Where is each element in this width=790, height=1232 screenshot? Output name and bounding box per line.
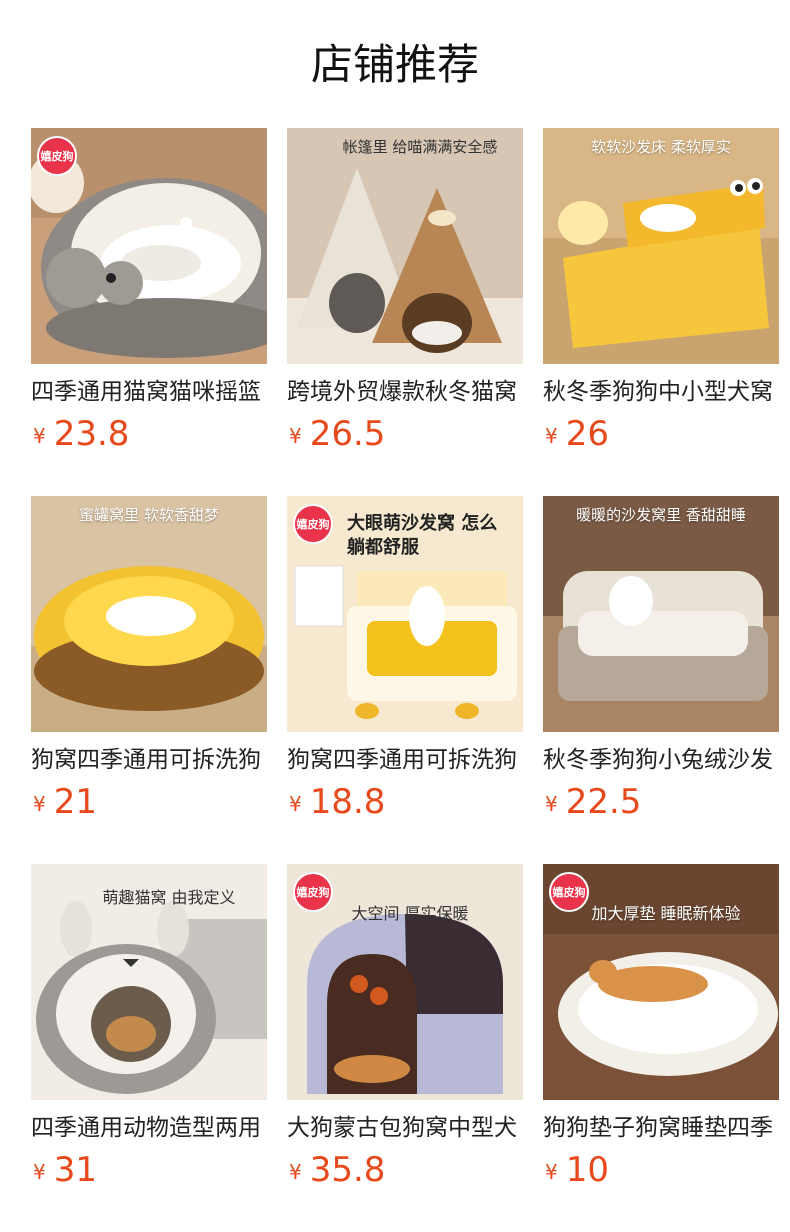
- price-amount: 23.8: [53, 414, 130, 454]
- product-price: ¥26.5: [289, 414, 385, 454]
- currency-symbol: ¥: [545, 792, 558, 816]
- product-card[interactable]: 嬉皮狗 大眼萌沙发窝 怎么躺都舒服 狗窝四季通用可拆洗狗 ¥18.8: [287, 496, 523, 826]
- price-amount: 21: [53, 782, 97, 822]
- product-image[interactable]: 嬉皮狗: [31, 128, 267, 364]
- currency-symbol: ¥: [33, 792, 46, 816]
- product-card[interactable]: 软软沙发床 柔软厚实 秋冬季狗狗中小型犬窝 ¥26: [543, 128, 779, 458]
- product-image[interactable]: 暖暖的沙发窝里 香甜甜睡: [543, 496, 779, 732]
- product-title[interactable]: 狗窝四季通用可拆洗狗: [287, 744, 523, 776]
- product-price: ¥10: [545, 1150, 609, 1190]
- price-amount: 31: [53, 1150, 97, 1190]
- product-title[interactable]: 四季通用猫窝猫咪摇篮: [31, 376, 267, 408]
- product-title[interactable]: 四季通用动物造型两用: [31, 1112, 267, 1144]
- product-card[interactable]: 萌趣猫窝 由我定义 四季通用动物造型两用 ¥31: [31, 864, 267, 1194]
- price-amount: 18.8: [309, 782, 386, 822]
- product-price: ¥23.8: [33, 414, 129, 454]
- price-amount: 26.5: [309, 414, 386, 454]
- price-amount: 35.8: [309, 1150, 386, 1190]
- product-price: ¥26: [545, 414, 609, 454]
- currency-symbol: ¥: [289, 1160, 302, 1184]
- product-title[interactable]: 秋冬季狗狗中小型犬窝: [543, 376, 779, 408]
- product-price: ¥22.5: [545, 782, 641, 822]
- product-card[interactable]: 嬉皮狗 加大厚垫 睡眠新体验 狗狗垫子狗窝睡垫四季 ¥10: [543, 864, 779, 1194]
- product-tagline: 大空间 厚实保暖: [351, 904, 469, 923]
- brand-logo-badge: 嬉皮狗: [293, 504, 333, 544]
- product-card[interactable]: 嬉皮狗 四季通用猫窝猫咪摇篮 ¥23.8: [31, 128, 267, 458]
- product-image[interactable]: 嬉皮狗 加大厚垫 睡眠新体验: [543, 864, 779, 1100]
- product-title[interactable]: 跨境外贸爆款秋冬猫窝: [287, 376, 523, 408]
- product-title[interactable]: 狗窝四季通用可拆洗狗: [31, 744, 267, 776]
- brand-logo-badge: 嬉皮狗: [37, 136, 77, 176]
- product-card[interactable]: 暖暖的沙发窝里 香甜甜睡 秋冬季狗狗小兔绒沙发 ¥22.5: [543, 496, 779, 826]
- product-grid: 嬉皮狗 四季通用猫窝猫咪摇篮 ¥23.8 帐篷里 给喵满满安全感 跨境外贸爆款秋…: [0, 0, 790, 1232]
- product-tagline: 加大厚垫 睡眠新体验: [591, 904, 741, 923]
- price-amount: 26: [565, 414, 609, 454]
- tent-cat-bed-image: [287, 128, 523, 364]
- product-tagline: 大眼萌沙发窝 怎么躺都舒服: [347, 513, 498, 558]
- currency-symbol: ¥: [545, 1160, 558, 1184]
- product-tagline: 帐篷里 给喵满满安全感: [342, 138, 498, 156]
- product-price: ¥31: [33, 1150, 97, 1190]
- product-price: ¥21: [33, 782, 97, 822]
- product-image[interactable]: 帐篷里 给喵满满安全感: [287, 128, 523, 364]
- product-tagline: 萌趣猫窝 由我定义: [102, 888, 236, 907]
- currency-symbol: ¥: [33, 424, 46, 448]
- product-image[interactable]: 嬉皮狗 大眼萌沙发窝 怎么躺都舒服: [287, 496, 523, 732]
- product-tagline: 暖暖的沙发窝里 香甜甜睡: [576, 506, 746, 524]
- product-image[interactable]: 萌趣猫窝 由我定义: [31, 864, 267, 1100]
- price-amount: 22.5: [565, 782, 642, 822]
- product-image[interactable]: 蜜罐窝里 软软香甜梦: [31, 496, 267, 732]
- currency-symbol: ¥: [289, 792, 302, 816]
- product-title[interactable]: 秋冬季狗狗小兔绒沙发: [543, 744, 779, 776]
- currency-symbol: ¥: [545, 424, 558, 448]
- currency-symbol: ¥: [289, 424, 302, 448]
- plush-sofa-bed-image: [543, 496, 779, 732]
- product-card[interactable]: 嬉皮狗 大空间 厚实保暖 大狗蒙古包狗窝中型犬 ¥35.8: [287, 864, 523, 1194]
- product-image[interactable]: 软软沙发床 柔软厚实: [543, 128, 779, 364]
- price-amount: 10: [565, 1150, 609, 1190]
- product-tagline: 蜜罐窝里 软软香甜梦: [79, 506, 219, 524]
- product-price: ¥35.8: [289, 1150, 385, 1190]
- product-price: ¥18.8: [289, 782, 385, 822]
- product-image[interactable]: 嬉皮狗 大空间 厚实保暖: [287, 864, 523, 1100]
- product-title[interactable]: 狗狗垫子狗窝睡垫四季: [543, 1112, 779, 1144]
- yellow-sofa-bed-image: [543, 128, 779, 364]
- currency-symbol: ¥: [33, 1160, 46, 1184]
- product-card[interactable]: 蜜罐窝里 软软香甜梦 狗窝四季通用可拆洗狗 ¥21: [31, 496, 267, 826]
- product-title[interactable]: 大狗蒙古包狗窝中型犬: [287, 1112, 523, 1144]
- product-card[interactable]: 帐篷里 给喵满满安全感 跨境外贸爆款秋冬猫窝 ¥26.5: [287, 128, 523, 458]
- product-tagline: 软软沙发床 柔软厚实: [591, 138, 731, 156]
- honey-pot-bed-image: [31, 496, 267, 732]
